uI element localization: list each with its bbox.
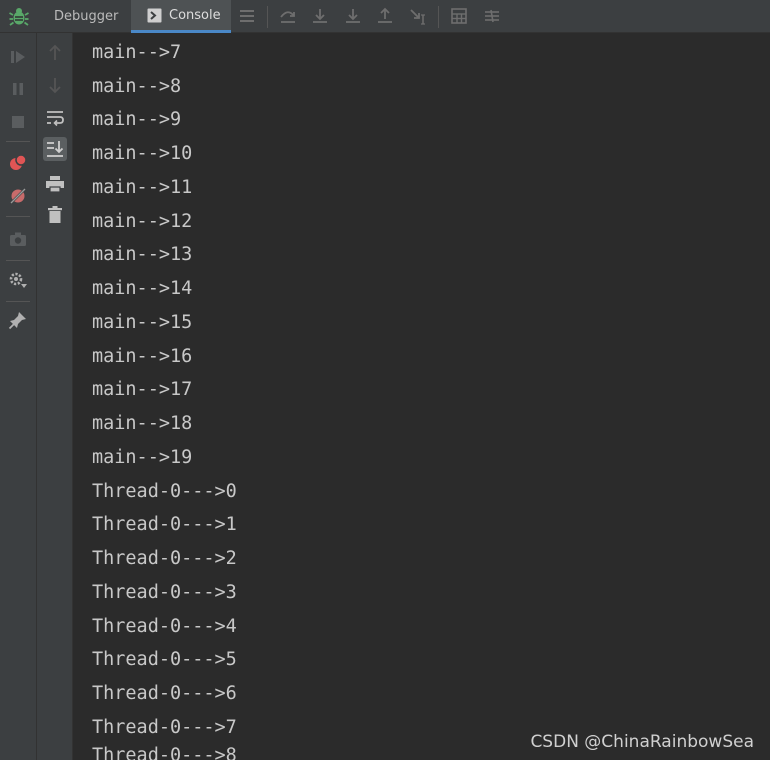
console-line: main-->8 (92, 76, 182, 97)
console-line: main-->14 (92, 278, 193, 299)
console-line: main-->10 (92, 143, 193, 164)
console-actions-toolbar (37, 33, 73, 760)
print-icon[interactable] (43, 172, 67, 196)
resume-icon[interactable] (8, 47, 28, 67)
console-line: Thread-0--->4 (92, 616, 237, 637)
tab-debugger[interactable]: Debugger (42, 0, 130, 33)
trash-icon[interactable] (43, 203, 67, 227)
arrow-down-icon[interactable] (43, 73, 67, 97)
debug-tab-bar: Debugger Console (0, 0, 770, 33)
evaluate-expression-icon[interactable] (449, 6, 469, 26)
tab-debugger-label: Debugger (54, 9, 119, 24)
tab-console[interactable]: Console (131, 0, 231, 33)
arrow-up-icon[interactable] (43, 41, 67, 65)
console-line: Thread-0--->2 (92, 548, 237, 569)
console-line: main-->7 (92, 42, 182, 63)
ide-debug-window: Debugger Console main-->7 main-->8 main-… (0, 0, 770, 760)
console-line: main-->12 (92, 211, 193, 232)
menu-lines-icon[interactable] (237, 6, 257, 26)
stop-icon[interactable] (8, 112, 28, 132)
step-into-icon[interactable] (310, 6, 330, 26)
toolbar-separator (6, 301, 30, 302)
console-line: Thread-0--->3 (92, 582, 237, 603)
toolbar-separator (438, 6, 439, 28)
mute-breakpoints-icon[interactable] (8, 186, 28, 206)
pin-icon[interactable] (8, 310, 28, 330)
view-breakpoints-icon[interactable] (8, 153, 28, 173)
console-line: Thread-0--->1 (92, 514, 237, 535)
pause-icon[interactable] (8, 79, 28, 99)
force-step-into-icon[interactable] (343, 6, 363, 26)
console-line: main-->19 (92, 447, 193, 468)
console-line: main-->13 (92, 244, 193, 265)
toolbar-separator (6, 216, 30, 217)
camera-icon[interactable] (8, 229, 28, 249)
soft-wrap-icon[interactable] (43, 106, 67, 130)
step-out-icon[interactable] (375, 6, 395, 26)
bug-icon[interactable] (8, 5, 30, 27)
run-to-cursor-icon[interactable] (408, 6, 428, 26)
toolbar-separator (267, 6, 268, 28)
console-line: Thread-0--->7 (92, 717, 237, 738)
console-line: main-->9 (92, 109, 182, 130)
scroll-to-end-icon[interactable] (43, 137, 67, 161)
watermark: CSDN @ChinaRainbowSea (530, 732, 754, 752)
settings-gear-icon[interactable] (8, 270, 28, 290)
console-line: main-->11 (92, 177, 193, 198)
console-line: Thread-0--->5 (92, 649, 237, 670)
console-prompt-icon (147, 8, 162, 22)
step-over-icon[interactable] (278, 6, 298, 26)
console-line: main-->16 (92, 346, 193, 367)
console-line: Thread-0--->6 (92, 683, 237, 704)
console-line: main-->18 (92, 413, 193, 434)
console-output[interactable]: main-->7 main-->8 main-->9 main-->10 mai… (73, 33, 770, 760)
console-line: main-->15 (92, 312, 193, 333)
toolbar-separator (6, 141, 30, 142)
toolbar-separator (6, 260, 30, 261)
debug-actions-toolbar (0, 33, 37, 760)
console-line: main-->17 (92, 379, 193, 400)
console-line: Thread-0--->8 (92, 745, 237, 760)
trace-stream-icon[interactable] (482, 6, 502, 26)
console-line: Thread-0--->0 (92, 481, 237, 502)
tab-console-label: Console (169, 7, 221, 23)
